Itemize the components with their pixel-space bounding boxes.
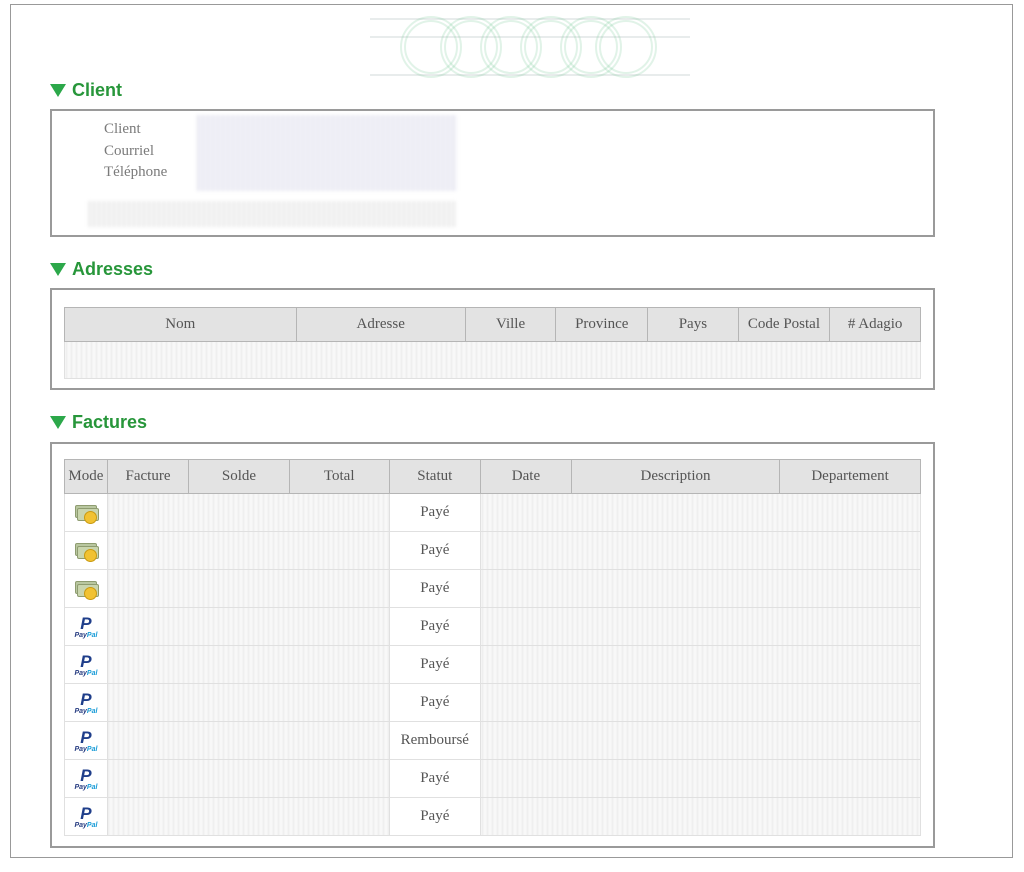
mode-cell: P PayPal <box>64 797 108 836</box>
mode-cell <box>64 569 108 608</box>
table-row[interactable]: P PayPal Remboursé <box>64 721 921 760</box>
amounts-redacted <box>106 569 390 608</box>
paypal-icon: P PayPal <box>74 689 98 715</box>
adresses-table: Nom Adresse Ville Province Pays Code Pos… <box>64 307 921 379</box>
mode-cell: P PayPal <box>64 607 108 646</box>
amounts-redacted <box>106 759 390 798</box>
section-title-adresses: Adresses <box>72 259 154 279</box>
section-title-factures: Factures <box>72 412 148 432</box>
label-telephone: Téléphone <box>104 164 168 180</box>
col-ville[interactable]: Ville <box>464 307 557 342</box>
factures-panel: Mode Facture Solde Total Statut Date Des… <box>50 442 935 848</box>
details-redacted <box>480 569 921 608</box>
section-toggle-client[interactable]: Client <box>50 80 122 101</box>
col-mode[interactable]: Mode <box>64 459 108 494</box>
collapse-triangle-icon[interactable] <box>50 263 66 276</box>
collapse-triangle-icon[interactable] <box>50 84 66 97</box>
cash-icon <box>74 504 99 525</box>
details-redacted <box>480 797 921 836</box>
statut-cell: Payé <box>388 531 482 570</box>
details-redacted <box>480 531 921 570</box>
col-description[interactable]: Description <box>570 459 781 494</box>
table-row[interactable]: P PayPal Payé <box>64 797 921 836</box>
paypal-icon: P PayPal <box>74 651 98 677</box>
table-row[interactable]: P PayPal Payé <box>64 607 921 646</box>
company-logo <box>370 14 690 82</box>
table-row[interactable]: P PayPal Payé <box>64 645 921 684</box>
paypal-icon: P PayPal <box>74 727 98 753</box>
section-toggle-factures[interactable]: Factures <box>50 412 147 433</box>
client-extra-redacted <box>88 201 456 227</box>
paypal-icon: P PayPal <box>74 613 98 639</box>
statut-cell: Payé <box>388 569 482 608</box>
client-info-redacted <box>197 115 457 191</box>
table-row[interactable]: Payé <box>64 493 921 532</box>
col-solde[interactable]: Solde <box>188 459 290 494</box>
mode-cell: P PayPal <box>64 645 108 684</box>
statut-cell: Payé <box>388 607 482 646</box>
col-statut[interactable]: Statut <box>388 459 482 494</box>
amounts-redacted <box>106 607 390 646</box>
table-row[interactable] <box>64 341 921 379</box>
statut-cell: Remboursé <box>388 721 482 760</box>
col-adagio[interactable]: # Adagio <box>829 307 921 342</box>
details-redacted <box>480 759 921 798</box>
factures-table: Mode Facture Solde Total Statut Date Des… <box>64 459 921 836</box>
col-departement[interactable]: Departement <box>779 459 921 494</box>
col-total[interactable]: Total <box>288 459 390 494</box>
mode-cell: P PayPal <box>64 759 108 798</box>
amounts-redacted <box>106 493 390 532</box>
amounts-redacted <box>106 683 390 722</box>
adresses-panel: Nom Adresse Ville Province Pays Code Pos… <box>50 288 935 390</box>
col-pays[interactable]: Pays <box>647 307 739 342</box>
label-client: Client <box>104 121 141 137</box>
paypal-icon: P PayPal <box>74 765 98 791</box>
details-redacted <box>480 645 921 684</box>
mode-cell <box>64 531 108 570</box>
amounts-redacted <box>106 797 390 836</box>
table-row[interactable]: Payé <box>64 531 921 570</box>
cash-icon <box>74 542 99 563</box>
col-facture[interactable]: Facture <box>106 459 190 494</box>
mode-cell: P PayPal <box>64 721 108 760</box>
section-title-client: Client <box>72 80 123 100</box>
details-redacted <box>480 493 921 532</box>
statut-cell: Payé <box>388 683 482 722</box>
mode-cell: P PayPal <box>64 683 108 722</box>
col-date[interactable]: Date <box>480 459 572 494</box>
amounts-redacted <box>106 645 390 684</box>
statut-cell: Payé <box>388 645 482 684</box>
client-panel: Client Courriel Téléphone <box>50 109 935 237</box>
table-row[interactable]: Payé <box>64 569 921 608</box>
section-toggle-adresses[interactable]: Adresses <box>50 259 153 280</box>
amounts-redacted <box>106 721 390 760</box>
client-labels: Client Courriel Téléphone <box>104 119 167 184</box>
col-nom[interactable]: Nom <box>64 307 297 342</box>
details-redacted <box>480 683 921 722</box>
col-code-postal[interactable]: Code Postal <box>737 307 831 342</box>
statut-cell: Payé <box>388 759 482 798</box>
details-redacted <box>480 721 921 760</box>
table-row[interactable]: P PayPal Payé <box>64 759 921 798</box>
amounts-redacted <box>106 531 390 570</box>
col-province[interactable]: Province <box>555 307 649 342</box>
statut-cell: Payé <box>388 493 482 532</box>
collapse-triangle-icon[interactable] <box>50 416 66 429</box>
address-row-redacted <box>64 341 921 379</box>
cash-icon <box>74 580 99 601</box>
label-courriel: Courriel <box>104 142 154 159</box>
col-adresse[interactable]: Adresse <box>295 307 466 342</box>
table-row[interactable]: P PayPal Payé <box>64 683 921 722</box>
paypal-icon: P PayPal <box>74 803 98 829</box>
mode-cell <box>64 493 108 532</box>
statut-cell: Payé <box>388 797 482 836</box>
details-redacted <box>480 607 921 646</box>
